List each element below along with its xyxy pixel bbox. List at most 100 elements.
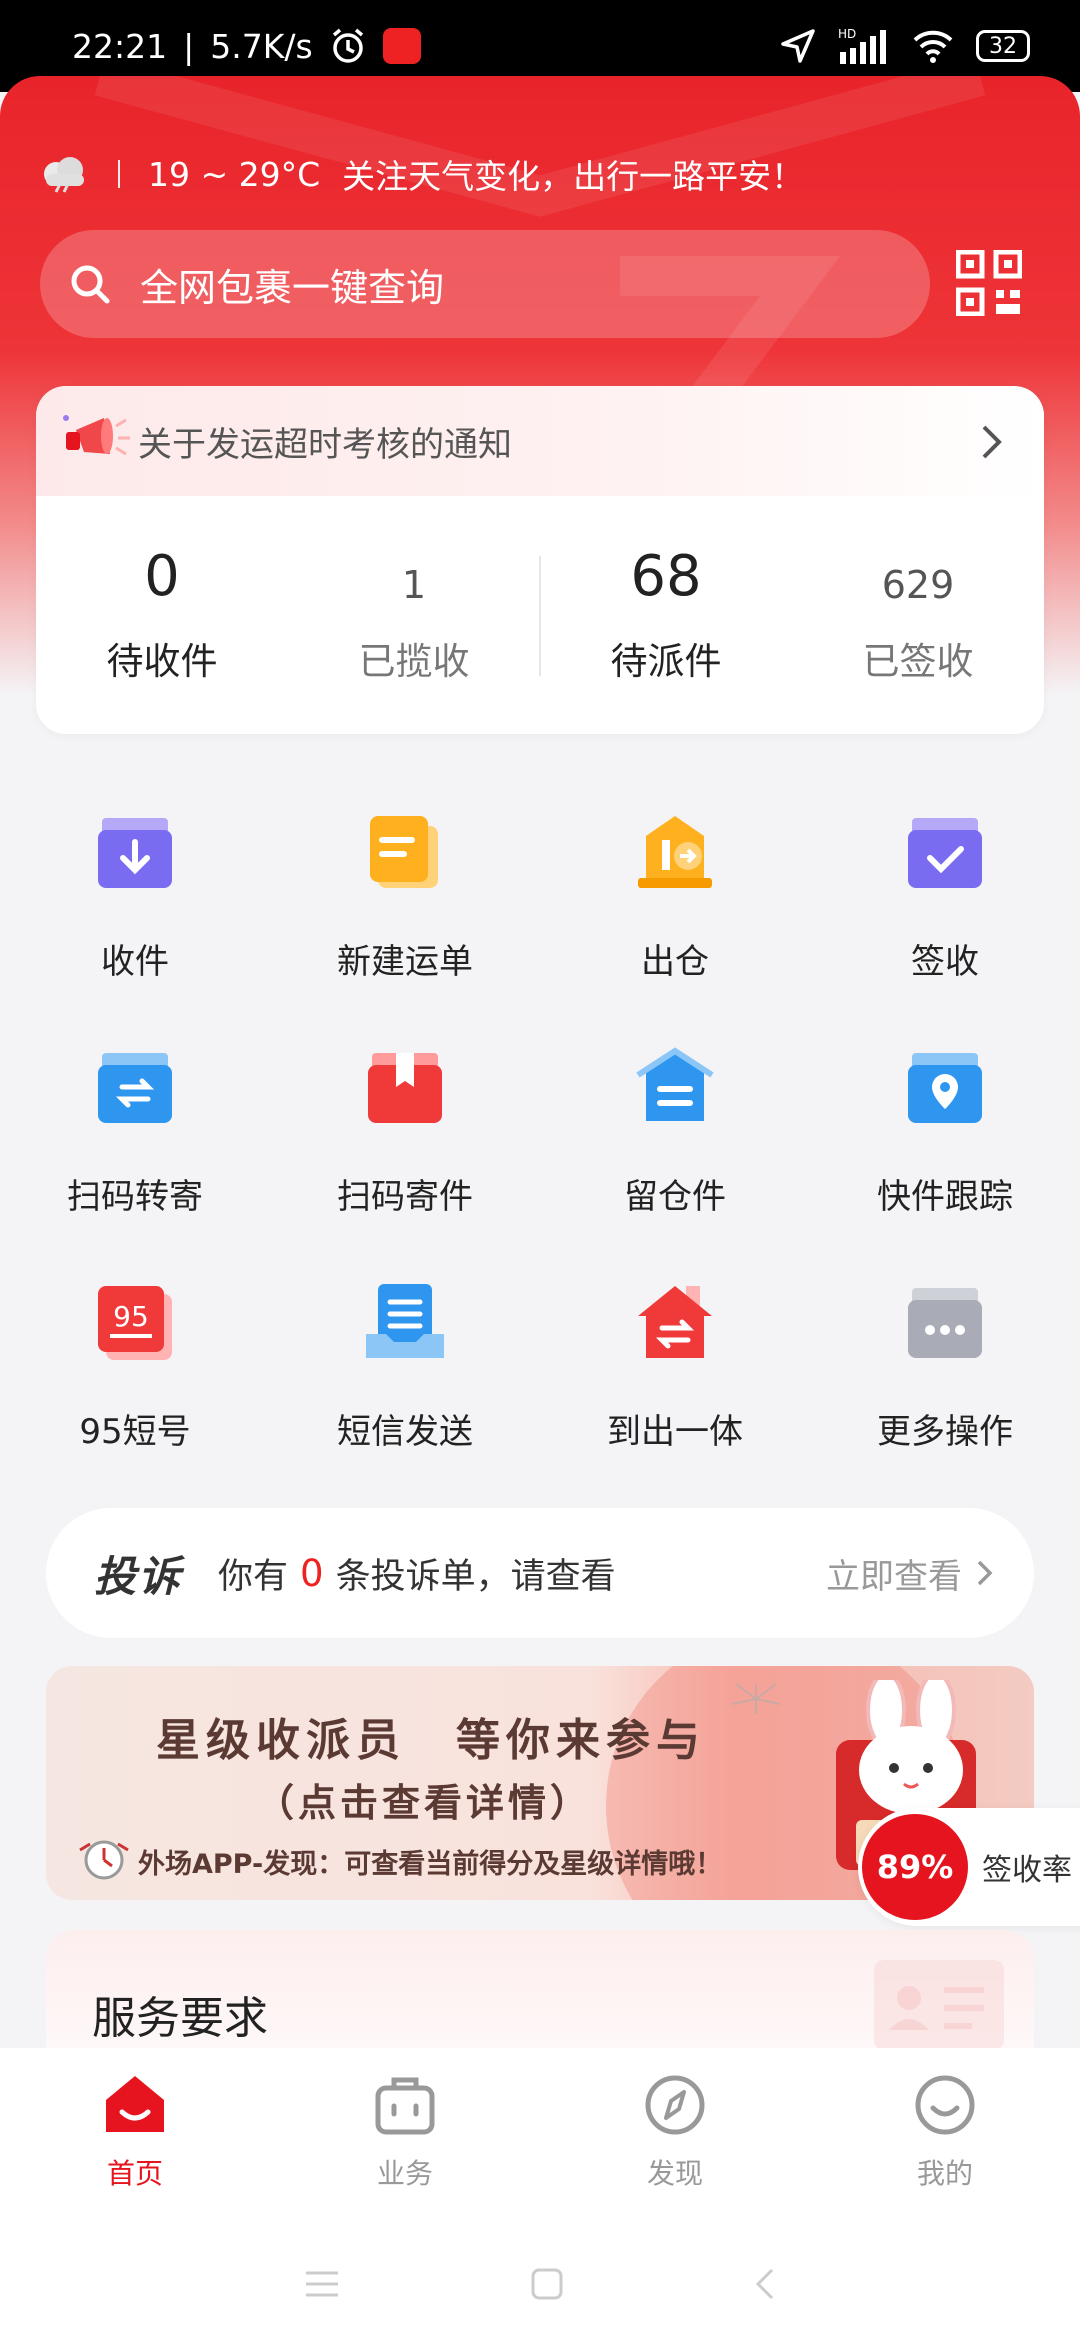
package-icon	[368, 1053, 442, 1123]
stat-value: 1	[401, 563, 427, 607]
svg-text:95: 95	[113, 1300, 149, 1333]
grid-item-scan-send[interactable]: 扫码寄件	[270, 1035, 540, 1270]
grid-label: 签收	[911, 942, 979, 982]
menu-icon[interactable]	[304, 2269, 340, 2299]
tab-label: 首页	[106, 2157, 163, 2190]
service-title: 服务要求	[92, 1993, 268, 2044]
banner-subtitle: （点击查看详情）	[256, 1781, 593, 1825]
notice-text: 关于发运超时考核的通知	[138, 424, 512, 465]
grid-item-warehouse-out[interactable]: 出仓	[540, 800, 810, 1035]
home-square-icon[interactable]	[530, 2267, 564, 2301]
temperature-range: 19 ~ 29°C	[148, 154, 321, 194]
weather-bar: 19 ~ 29°C 关注天气变化，出行一路平安！	[38, 150, 804, 198]
view-now-link[interactable]: 立即查看	[826, 1549, 994, 1598]
complaint-bar[interactable]: 投诉 你有 0 条投诉单，请查看 立即查看	[46, 1508, 1034, 1638]
tab-home[interactable]: 首页	[0, 2048, 270, 2228]
grid-label: 扫码寄件	[337, 1177, 473, 1217]
signal-icon: HD	[838, 27, 886, 64]
status-speed: 5.7K/s	[210, 26, 313, 66]
stat-label: 已揽收	[358, 640, 470, 683]
compass-icon	[645, 2075, 705, 2135]
stat-label: 待收件	[106, 640, 218, 683]
smiley-profile-icon	[915, 2075, 975, 2135]
grid-item-tracking[interactable]: 快件跟踪	[810, 1035, 1080, 1270]
search-bar[interactable]: 全网包裹一键查询	[40, 230, 930, 338]
bottom-tab-bar: 首页 业务 发现 我的	[0, 2048, 1080, 2228]
weather-message: 关注天气变化，出行一路平安！	[342, 157, 805, 196]
tab-label: 发现	[646, 2157, 703, 2190]
grid-label: 收件	[101, 942, 169, 982]
notice-bar[interactable]: 关于发运超时考核的通知	[36, 386, 1044, 496]
chevron-right-icon	[982, 425, 1002, 459]
alarm-icon	[332, 28, 363, 63]
sign-rate-label: 签收率	[982, 1853, 1072, 1888]
stat-signed[interactable]: 629 已签收	[792, 545, 1044, 685]
stat-value: 68	[630, 544, 702, 609]
stat-collected[interactable]: 1 已揽收	[288, 545, 540, 685]
back-icon[interactable]	[754, 2267, 776, 2301]
grid-label: 新建运单	[337, 942, 473, 982]
sms-icon	[366, 1284, 444, 1358]
sign-rate-value: 89%	[862, 1814, 968, 1920]
grid-item-hold[interactable]: 留仓件	[540, 1035, 810, 1270]
grid-label: 更多操作	[877, 1412, 1013, 1452]
short-number-icon: 95	[98, 1286, 172, 1360]
summary-card: 关于发运超时考核的通知 0 待收件 1 已揽收 68 待派件 629 已签收	[36, 386, 1044, 734]
grid-label: 短信发送	[337, 1412, 473, 1452]
stat-label: 已签收	[862, 640, 974, 683]
more-icon	[908, 1288, 982, 1358]
grid-item-95-number[interactable]: 95 95短号	[0, 1270, 270, 1505]
stat-pending-pickup[interactable]: 0 待收件	[36, 545, 288, 685]
qr-scan-icon[interactable]	[956, 250, 1022, 316]
grid-label: 留仓件	[624, 1177, 726, 1217]
stat-label: 待派件	[610, 640, 722, 683]
grid-item-receive[interactable]: 收件	[0, 800, 270, 1035]
grid-item-sign[interactable]: 签收	[810, 800, 1080, 1035]
grid-item-more[interactable]: 更多操作	[810, 1270, 1080, 1505]
forward-box-icon	[98, 1053, 172, 1123]
tab-business[interactable]: 业务	[270, 2048, 540, 2228]
stopwatch-icon	[79, 1840, 129, 1880]
battery-indicator: 32	[976, 30, 1030, 62]
tab-mine[interactable]: 我的	[810, 2048, 1080, 2228]
app-notification-icon	[382, 28, 421, 64]
banner-hint: 外场APP-发现：可查看当前得分及星级详情哦！	[138, 1849, 723, 1880]
cloud-icon	[44, 157, 84, 193]
hold-box-icon	[636, 1047, 714, 1121]
banner-title: 星级收派员 等你来参与	[156, 1715, 706, 1766]
briefcase-icon	[375, 2077, 435, 2135]
grid-item-sms[interactable]: 短信发送	[270, 1270, 540, 1505]
tab-label: 我的	[916, 2157, 973, 2190]
stats-row: 0 待收件 1 已揽收 68 待派件 629 已签收	[36, 496, 1044, 734]
firework-icon	[731, 1683, 781, 1714]
location-arrow-icon	[781, 29, 815, 63]
search-placeholder: 全网包裹一键查询	[140, 265, 445, 310]
tab-discover[interactable]: 发现	[540, 2048, 810, 2228]
complaint-logo: 投诉	[94, 1551, 183, 1601]
complaint-prefix: 你有	[218, 1556, 289, 1597]
wifi-icon	[913, 30, 953, 63]
weather-divider	[118, 160, 120, 188]
tab-label: 业务	[376, 2157, 433, 2190]
sign-rate-widget[interactable]: 89% 签收率	[858, 1808, 1080, 1926]
megaphone-icon	[63, 415, 130, 456]
sign-check-icon	[908, 818, 982, 888]
complaint-suffix: 条投诉单，请查看	[335, 1556, 616, 1597]
network-type-label: HD	[838, 27, 856, 41]
warehouse-out-icon	[638, 816, 712, 888]
search-icon	[71, 265, 110, 304]
grid-label: 出仓	[641, 942, 709, 982]
grid-label: 扫码转寄	[67, 1177, 203, 1217]
grid-item-scan-forward[interactable]: 扫码转寄	[0, 1035, 270, 1270]
stat-pending-delivery[interactable]: 68 待派件	[540, 545, 792, 685]
home-icon	[106, 2076, 164, 2132]
function-grid: 收件 新建运单 出仓 签收 扫码转寄 扫码寄件 留仓件 快件跟踪 95 95短号…	[0, 800, 1080, 1505]
grid-label: 快件跟踪	[877, 1177, 1013, 1217]
document-icon	[370, 816, 438, 888]
grid-item-in-out[interactable]: 到出一体	[540, 1270, 810, 1505]
location-box-icon	[908, 1053, 982, 1123]
grid-item-new-waybill[interactable]: 新建运单	[270, 800, 540, 1035]
chevron-right-icon	[977, 1560, 993, 1586]
stats-divider	[539, 556, 541, 676]
grid-label: 到出一体	[607, 1412, 743, 1452]
